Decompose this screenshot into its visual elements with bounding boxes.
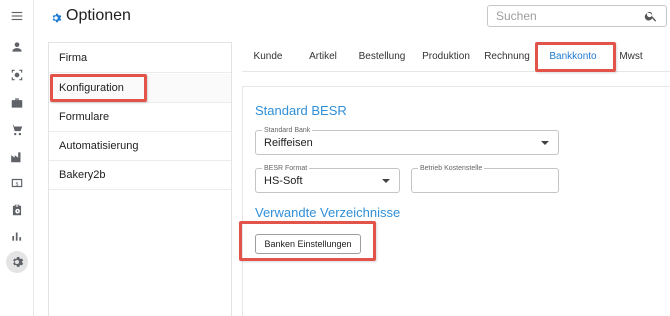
- briefcase-icon[interactable]: [5, 92, 29, 114]
- banken-einstellungen-button[interactable]: Banken Einstellungen: [255, 234, 361, 254]
- search-input[interactable]: [496, 8, 636, 24]
- tab-artikel[interactable]: Artikel: [304, 42, 342, 72]
- hamburger-menu-icon[interactable]: [5, 5, 29, 27]
- standard-bank-label: Standard Bank: [262, 126, 313, 135]
- target-scan-icon[interactable]: [5, 64, 29, 86]
- app-window: $ Optionen Firma Konfiguration Formulare…: [0, 0, 670, 316]
- betrieb-kostenstelle-label: Betrieb Kostenstelle: [418, 164, 485, 173]
- menu-item-konfiguration[interactable]: Konfiguration: [49, 74, 231, 103]
- bankkonto-panel: [242, 86, 670, 316]
- tab-mwst[interactable]: Mwst: [614, 42, 648, 72]
- besr-format-label: BESR Format: [262, 164, 310, 173]
- tab-bestellung[interactable]: Bestellung: [356, 42, 408, 72]
- search-icon[interactable]: [644, 9, 658, 23]
- chevron-down-icon: [541, 141, 549, 145]
- menu-item-formulare[interactable]: Formulare: [49, 103, 231, 132]
- standard-bank-select[interactable]: Standard Bank Reiffeisen: [255, 126, 559, 155]
- person-icon[interactable]: [5, 36, 29, 58]
- section-title-verwandte-verzeichnisse: Verwandte Verzeichnisse: [255, 205, 401, 220]
- besr-format-value: HS-Soft: [264, 175, 303, 187]
- tab-produktion[interactable]: Produktion: [420, 42, 472, 72]
- menu-item-bakery2b[interactable]: Bakery2b: [49, 161, 231, 190]
- active-tab-indicator: [544, 70, 612, 72]
- tab-rechnung[interactable]: Rechnung: [484, 42, 530, 72]
- icon-rail: $: [0, 0, 34, 316]
- shopping-cart-icon[interactable]: [5, 119, 29, 141]
- tab-bar: Kunde Artikel Bestellung Produktion Rech…: [242, 42, 670, 72]
- clipboard-clock-icon[interactable]: [5, 199, 29, 221]
- besr-format-select[interactable]: BESR Format HS-Soft: [255, 164, 400, 193]
- gear-icon: [50, 11, 62, 23]
- bar-chart-icon[interactable]: [5, 225, 29, 247]
- chevron-down-icon: [382, 179, 390, 183]
- menu-item-automatisierung[interactable]: Automatisierung: [49, 132, 231, 161]
- settings-menu: Firma Konfiguration Formulare Automatisi…: [48, 42, 232, 316]
- dollar-bill-icon[interactable]: $: [5, 172, 29, 194]
- betrieb-kostenstelle-field[interactable]: Betrieb Kostenstelle: [411, 164, 559, 193]
- section-title-standard-besr: Standard BESR: [255, 103, 347, 118]
- standard-bank-value: Reiffeisen: [264, 137, 313, 149]
- svg-text:$: $: [15, 181, 18, 187]
- search-box: [487, 5, 667, 27]
- tab-kunde[interactable]: Kunde: [250, 42, 286, 72]
- menu-item-firma[interactable]: Firma: [49, 44, 231, 73]
- tab-bankkonto[interactable]: Bankkonto: [546, 42, 600, 72]
- factory-icon[interactable]: [5, 146, 29, 168]
- gear-icon[interactable]: [6, 251, 28, 273]
- page-title: Optionen: [66, 7, 131, 24]
